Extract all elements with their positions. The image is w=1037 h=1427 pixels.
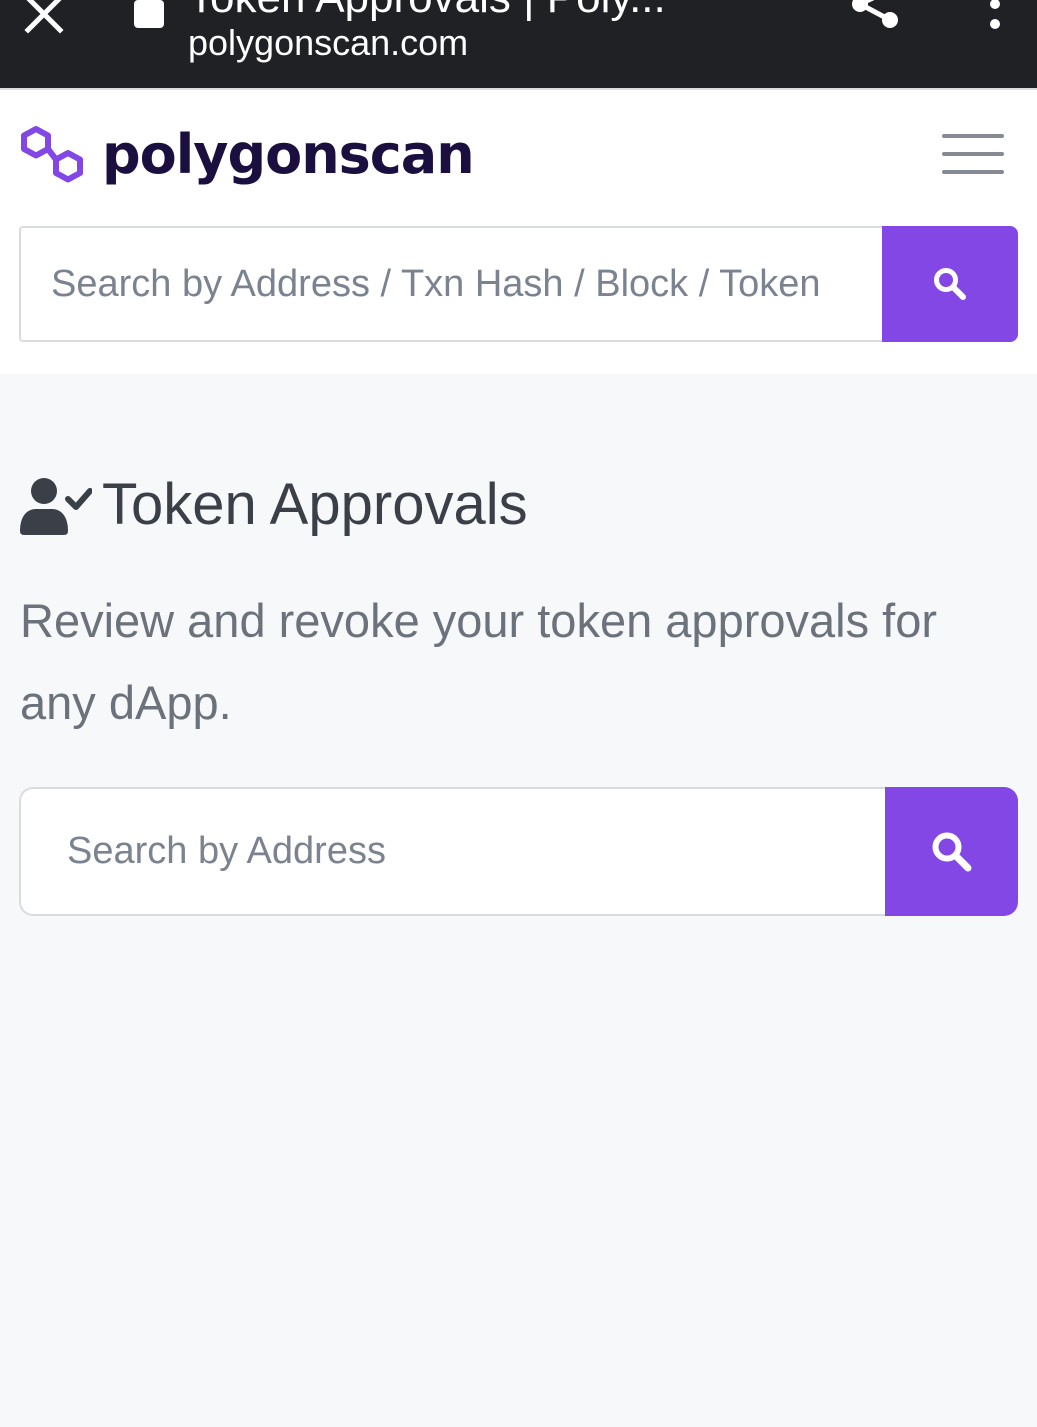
- address-search-button[interactable]: [885, 787, 1018, 916]
- hamburger-line: [942, 170, 1004, 174]
- site-logo[interactable]: polygonscan: [18, 120, 475, 190]
- share-icon: [852, 0, 898, 28]
- header-search-button[interactable]: [882, 226, 1018, 342]
- approval-search-form: [19, 787, 1018, 916]
- address-search-input[interactable]: [19, 787, 885, 916]
- browser-more-button[interactable]: [980, 0, 1010, 38]
- page-title: Token Approvals: [102, 472, 528, 537]
- more-vertical-icon: [990, 0, 1000, 29]
- browser-toolbar: Token Approvals | Poly... polygonscan.co…: [0, 0, 1037, 88]
- logo-text: polygonscan: [102, 123, 475, 186]
- close-icon: [24, 0, 64, 34]
- polygon-logo-icon: [21, 126, 83, 183]
- header-search-input[interactable]: [19, 226, 882, 342]
- browser-share-button[interactable]: [846, 0, 906, 40]
- search-icon: [934, 268, 966, 300]
- lock-icon: [132, 0, 166, 30]
- hamburger-menu-icon[interactable]: [942, 134, 1004, 174]
- page-heading: Token Approvals: [18, 470, 528, 540]
- user-check-icon: [20, 478, 92, 535]
- header-search-form: [19, 226, 1018, 342]
- page-description: Review and revoke your token approvals f…: [20, 594, 937, 729]
- site-header: polygonscan: [0, 88, 1037, 374]
- browser-close-button[interactable]: [22, 0, 66, 36]
- hamburger-line: [942, 134, 1004, 138]
- browser-url[interactable]: polygonscan.com: [188, 20, 468, 66]
- search-icon: [932, 832, 971, 871]
- hamburger-line: [942, 152, 1004, 156]
